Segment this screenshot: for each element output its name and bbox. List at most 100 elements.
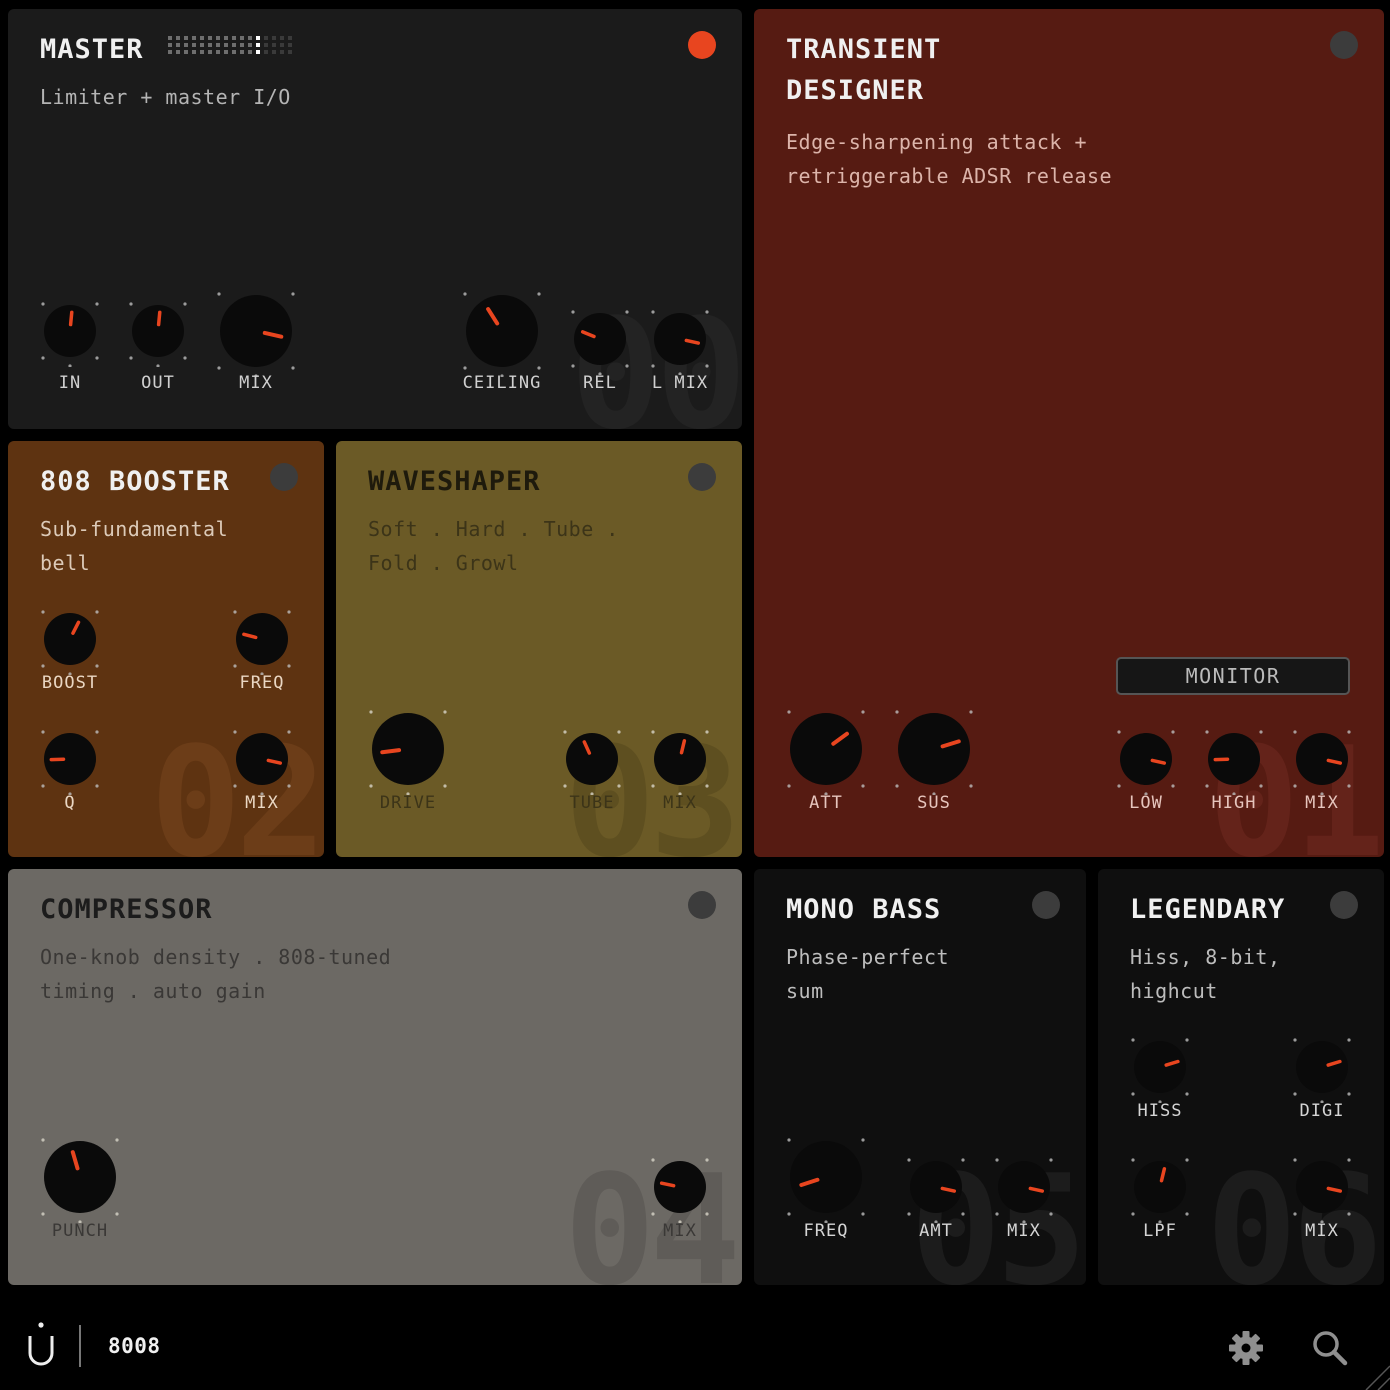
knob-body[interactable] [1296, 1161, 1348, 1213]
resize-grip-icon[interactable] [1354, 1354, 1390, 1390]
knob-body[interactable] [566, 733, 618, 785]
knob-tick-dot [233, 610, 237, 614]
knob-tick-dot [1347, 1212, 1351, 1216]
knob-att[interactable] [780, 703, 872, 795]
knob-mix[interactable] [644, 723, 716, 795]
power-led[interactable] [688, 31, 716, 59]
knob-label: L MIX [651, 373, 709, 393]
knob-digi[interactable] [1286, 1031, 1358, 1103]
knob-tick-dot [571, 364, 575, 368]
meter-segment [240, 36, 244, 40]
knob-tick-dot [1293, 784, 1297, 788]
knob-body[interactable] [1296, 733, 1348, 785]
knob-body[interactable] [1134, 1161, 1186, 1213]
knob-punch[interactable] [34, 1131, 126, 1223]
knob-tick-dot [563, 784, 567, 788]
knob-body[interactable] [220, 295, 292, 367]
knob-out[interactable] [122, 295, 194, 367]
knob-body[interactable] [790, 1141, 862, 1213]
meter-segment [272, 43, 276, 47]
power-led[interactable] [1330, 891, 1358, 919]
knob-lpf[interactable] [1124, 1151, 1196, 1223]
knob-body[interactable] [574, 313, 626, 365]
knob-body[interactable] [654, 733, 706, 785]
knob-body[interactable] [44, 1141, 116, 1213]
knob-tick-dot [1185, 1158, 1189, 1162]
knob-tick-dot [961, 1158, 965, 1162]
knob-drive[interactable] [362, 703, 454, 795]
gear-icon[interactable] [1228, 1330, 1264, 1366]
knob-tube[interactable] [556, 723, 628, 795]
knob-freq[interactable] [780, 1131, 872, 1223]
knob-tick-dot [563, 730, 567, 734]
knob-hiss[interactable] [1124, 1031, 1196, 1103]
knob-tick-dot [115, 1212, 119, 1216]
knob-indicator [68, 310, 74, 327]
knob-body[interactable] [372, 713, 444, 785]
knob-tick-dot [41, 664, 45, 668]
knob-l-mix[interactable] [644, 303, 716, 375]
knob-body[interactable] [790, 713, 862, 785]
knob-high[interactable] [1198, 723, 1270, 795]
search-icon[interactable] [1310, 1328, 1350, 1368]
knob-tick-dot [95, 302, 99, 306]
knob-mix[interactable] [644, 1151, 716, 1223]
power-led[interactable] [688, 891, 716, 919]
knob-mix[interactable] [988, 1151, 1060, 1223]
knob-sus[interactable] [888, 703, 980, 795]
knob-freq[interactable] [226, 603, 298, 675]
module-title: MONO BASS [786, 894, 942, 925]
knob-body[interactable] [998, 1161, 1050, 1213]
knob-tick-dot [961, 1212, 965, 1216]
knob-tick-dot [443, 784, 447, 788]
knob-in[interactable] [34, 295, 106, 367]
knob-ceiling[interactable] [456, 285, 548, 377]
knob-body[interactable] [898, 713, 970, 785]
module-description: Sub-fundamental bell [40, 517, 229, 575]
knob-label: MIX [663, 793, 697, 813]
knob-tick-dot [861, 710, 865, 714]
knob-mix[interactable] [1286, 723, 1358, 795]
knob-low[interactable] [1110, 723, 1182, 795]
knob-tick-dot [651, 1212, 655, 1216]
knob-mix[interactable] [226, 723, 298, 795]
meter-segment [224, 36, 228, 40]
knob-rel[interactable] [564, 303, 636, 375]
module-808-booster: 02 808 BOOSTER Sub-fundamental bell BOOS… [8, 441, 324, 857]
knob-body[interactable] [466, 295, 538, 367]
knob-tick-dot [705, 364, 709, 368]
knob-body[interactable] [910, 1161, 962, 1213]
knob-body[interactable] [236, 613, 288, 665]
meter-segment [200, 50, 204, 54]
knob-amt[interactable] [900, 1151, 972, 1223]
knob-tick-dot [287, 784, 291, 788]
brand-u-icon[interactable] [24, 1320, 58, 1368]
knob-mix[interactable] [1286, 1151, 1358, 1223]
power-led[interactable] [688, 463, 716, 491]
knob-body[interactable] [654, 313, 706, 365]
knob-body[interactable] [44, 613, 96, 665]
power-led[interactable] [1330, 31, 1358, 59]
module-mono-bass: 05 MONO BASS Phase-perfect sum FREQ AMT MI… [754, 869, 1086, 1285]
knob-body[interactable] [654, 1161, 706, 1213]
knob-mix[interactable] [210, 285, 302, 377]
knob-tick-dot [571, 310, 575, 314]
knob-body[interactable] [1296, 1041, 1348, 1093]
meter-segment [224, 43, 228, 47]
monitor-button[interactable]: MONITOR [1116, 657, 1350, 695]
preset-name[interactable]: 8008 [108, 1334, 161, 1358]
knob-tick-dot [1131, 1212, 1135, 1216]
knob-q[interactable] [34, 723, 106, 795]
knob-tick-dot [651, 1158, 655, 1162]
knob-tick-dot [705, 310, 709, 314]
knob-body[interactable] [236, 733, 288, 785]
knob-body[interactable] [1134, 1041, 1186, 1093]
power-led[interactable] [1032, 891, 1060, 919]
meter-segment [232, 36, 236, 40]
knob-boost[interactable] [34, 603, 106, 675]
meter-segment [176, 50, 180, 54]
output-meter [168, 36, 292, 54]
knob-label: MIX [663, 1221, 697, 1241]
knob-body[interactable] [1120, 733, 1172, 785]
power-led[interactable] [270, 463, 298, 491]
